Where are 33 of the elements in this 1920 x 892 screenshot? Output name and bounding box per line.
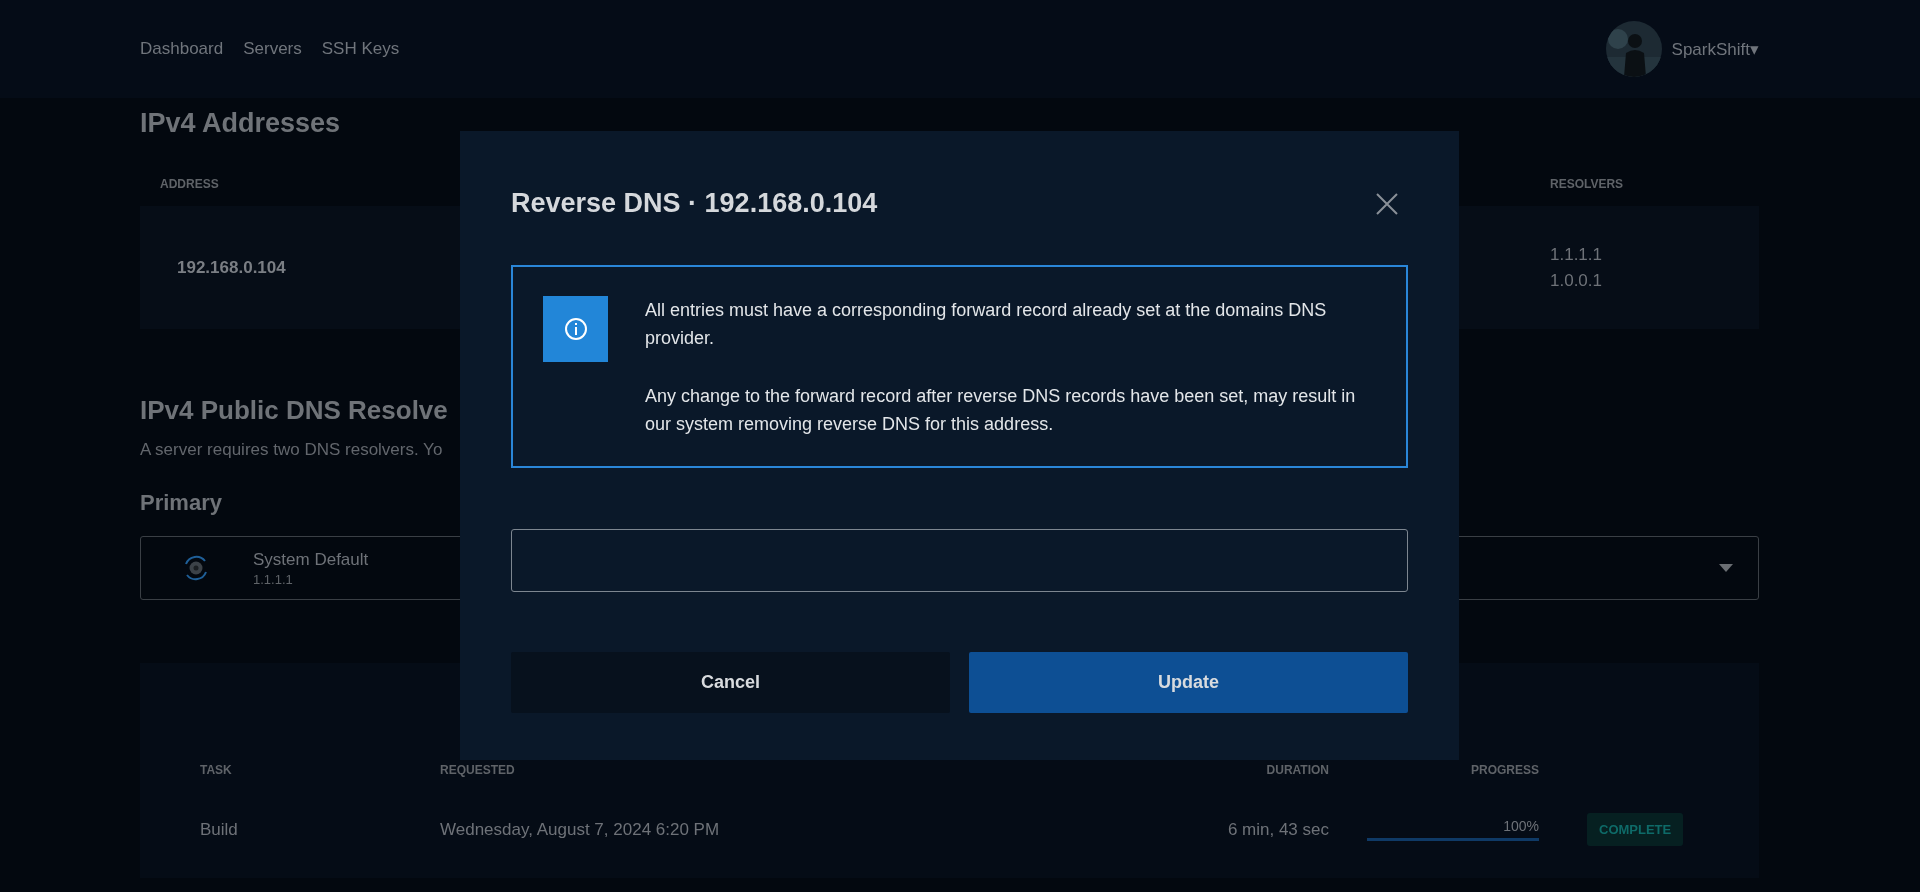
duration: 6 min, 43 sec [1226, 819, 1329, 840]
close-button[interactable] [1376, 192, 1398, 215]
task-name: Build [200, 819, 239, 840]
column-header: REQUESTED [440, 763, 516, 777]
field-label: Primary [140, 490, 223, 516]
notice-text: Any change to the forward record after reverse DNS records have been set, may result in our system removing reverse DNS for this address. [645, 385, 1357, 436]
column-header: PROGRESS [1470, 763, 1539, 777]
resolver-address: 1.1.1.1 [1550, 244, 1603, 265]
section-title: IPv4 Public DNS Resolve [140, 395, 448, 426]
option-name: System Default [253, 549, 370, 570]
column-header: TASK [200, 763, 233, 777]
section-title: IPv4 Addresses [140, 108, 342, 139]
info-icon [543, 296, 608, 362]
cancel-button[interactable]: Cancel [511, 652, 950, 713]
notice-text: All entries must have a corresponding forward record already set at the domains DNS provider. [645, 299, 1328, 350]
requested-date: Wednesday, August 7, 2024 6:20 PM [440, 819, 721, 840]
update-button[interactable]: Update [969, 652, 1408, 713]
dialog-title: Reverse DNS · 192.168.0.104 [511, 188, 878, 219]
column-header: ADDRESS [160, 177, 220, 191]
column-header: RESOLVERS [1550, 177, 1625, 191]
resolver-address: 1.0.0.1 [1550, 270, 1603, 291]
nav-link[interactable]: Dashboard [140, 39, 224, 59]
column-header: DURATION [1265, 763, 1329, 777]
status-badge: COMPLETE [1587, 813, 1684, 846]
progress-percent: 100% [1502, 818, 1539, 834]
nav-link[interactable]: SSH Keys [321, 39, 400, 59]
nav-link[interactable]: Servers [243, 39, 302, 59]
caret-icon [1719, 564, 1733, 572]
hostname-field[interactable] [511, 529, 1408, 592]
option-address: 1.1.1.1 [253, 571, 294, 587]
user-menu[interactable]: SparkShift▾ [1671, 38, 1759, 60]
section-description: A server requires two DNS resolvers. Yo [140, 440, 444, 460]
ip-address: 192.168.0.104 [177, 257, 287, 278]
